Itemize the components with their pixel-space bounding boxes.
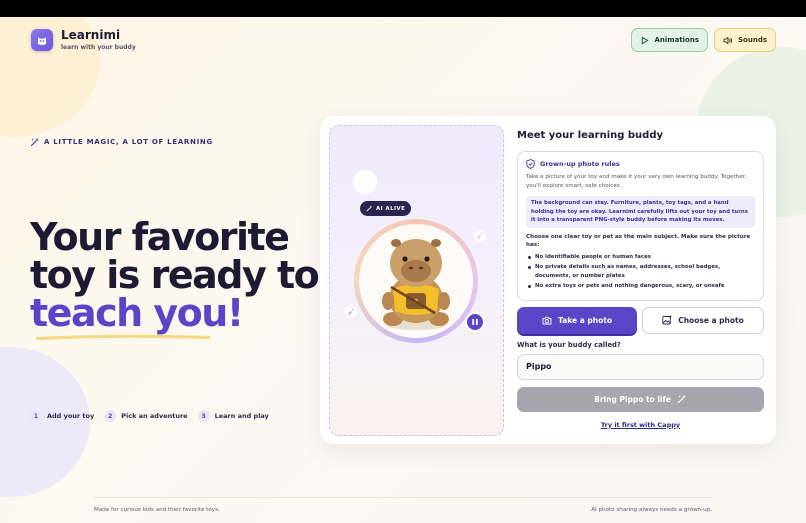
footer-right-text: AI photo sharing always needs a grown-up… xyxy=(591,507,712,513)
rules-list-item: No identifiable people or human faces xyxy=(526,253,755,262)
sounds-label: Sounds xyxy=(738,36,767,44)
step-label: Learn and play xyxy=(214,412,269,420)
capybara-toy-image xyxy=(382,239,450,330)
buddy-setup-panel: Meet your learning buddy Grown-up photo … xyxy=(517,130,764,429)
browser-top-bar xyxy=(0,0,806,17)
magic-wand-icon xyxy=(366,205,373,212)
bring-to-life-button[interactable]: Bring Pippo to life xyxy=(517,386,764,412)
step-number: 3 xyxy=(197,410,210,422)
try-with-cappy-link[interactable]: Try it first with Cappy xyxy=(517,421,764,429)
ai-alive-badge: AI ALIVE xyxy=(360,201,412,216)
headline-accent: teach you! xyxy=(30,291,244,335)
hero-headline: Your favorite toy is ready to teach you! xyxy=(30,215,320,335)
footer-left-text: Made for curious kids and their favorite… xyxy=(94,507,220,513)
rules-intro: Take a picture of your toy and make it y… xyxy=(526,174,747,189)
rules-list-item: No extra toys or pets and nothing danger… xyxy=(526,282,755,291)
choose-photo-label: Choose a photo xyxy=(678,315,744,325)
sparkle-icon xyxy=(345,306,357,318)
sparkle-icon xyxy=(474,230,486,242)
panel-title: Meet your learning buddy xyxy=(517,130,664,141)
rules-background-note: The background can stay. Furniture, plan… xyxy=(526,196,755,228)
buddy-preview xyxy=(359,224,473,338)
steps: 1 Add your toy 2 Pick an adventure 3 Lea… xyxy=(30,410,269,422)
step-label: Add your toy xyxy=(47,412,95,420)
rules-heading-text: Grown-up photo rules xyxy=(540,160,620,168)
decor-bubble xyxy=(353,170,377,194)
buddy-card: AI ALIVE Meet your learning buddy Grown-… xyxy=(320,116,776,444)
buddy-name-input[interactable] xyxy=(517,353,764,380)
logo-icon xyxy=(31,28,53,51)
brand-name: Learnimi xyxy=(61,28,121,42)
buddy-preview-ring xyxy=(354,219,478,343)
animations-toggle[interactable]: Animations xyxy=(631,28,708,52)
brand-tagline: learn with your buddy xyxy=(61,44,136,51)
pause-animation-button[interactable] xyxy=(465,312,485,332)
headline-underline xyxy=(35,334,211,340)
hero-eyebrow: A LITTLE MAGIC, A LOT OF LEARNING xyxy=(30,137,213,147)
sounds-toggle[interactable]: Sounds xyxy=(714,28,776,52)
rules-heading: Grown-up photo rules xyxy=(526,159,755,169)
photo-buttons: Take a photo Choose a photo xyxy=(517,306,764,334)
camera-icon xyxy=(542,316,552,324)
magic-wand-icon xyxy=(677,394,686,404)
step-1: 1 Add your toy xyxy=(30,410,94,422)
pause-icon xyxy=(472,319,478,325)
take-photo-button[interactable]: Take a photo xyxy=(517,306,637,334)
rules-choose: Choose one clear toy or pet as the main … xyxy=(526,233,751,249)
animations-label: Animations xyxy=(654,36,699,44)
rules-list-item: No private details such as names, addres… xyxy=(526,263,755,280)
ai-badge-label: AI ALIVE xyxy=(376,205,406,212)
top-actions: Animations Sounds xyxy=(631,28,776,52)
step-label: Pick an adventure xyxy=(121,412,188,420)
step-3: 3 Learn and play xyxy=(197,410,269,422)
page: Learnimi learn with your buddy Animation… xyxy=(0,17,806,523)
image-upload-icon xyxy=(662,315,672,325)
headline-line-2: toy is ready to xyxy=(30,253,320,297)
take-photo-label: Take a photo xyxy=(558,315,612,325)
play-icon xyxy=(642,36,649,44)
eyebrow-text: A LITTLE MAGIC, A LOT OF LEARNING xyxy=(44,138,213,146)
shield-check-icon xyxy=(526,159,535,169)
buddy-name-label: What is your buddy called? xyxy=(517,340,621,349)
photo-drop-zone[interactable]: AI ALIVE xyxy=(329,125,504,436)
decor-blob-lilac xyxy=(0,347,90,497)
photo-rules-box: Grown-up photo rules Take a picture of y… xyxy=(517,151,764,301)
step-number: 1 xyxy=(30,410,42,422)
bring-to-life-label: Bring Pippo to life xyxy=(594,394,671,404)
speaker-icon xyxy=(723,36,733,44)
choose-photo-button[interactable]: Choose a photo xyxy=(642,306,764,334)
magic-wand-icon xyxy=(30,137,39,147)
rules-list: No identifiable people or human faces No… xyxy=(526,253,755,291)
brand[interactable]: Learnimi learn with your buddy xyxy=(31,28,136,51)
footer-divider xyxy=(94,497,712,498)
headline-line-1: Your favorite xyxy=(30,215,290,259)
step-number: 2 xyxy=(104,410,117,422)
step-2: 2 Pick an adventure xyxy=(104,410,188,422)
